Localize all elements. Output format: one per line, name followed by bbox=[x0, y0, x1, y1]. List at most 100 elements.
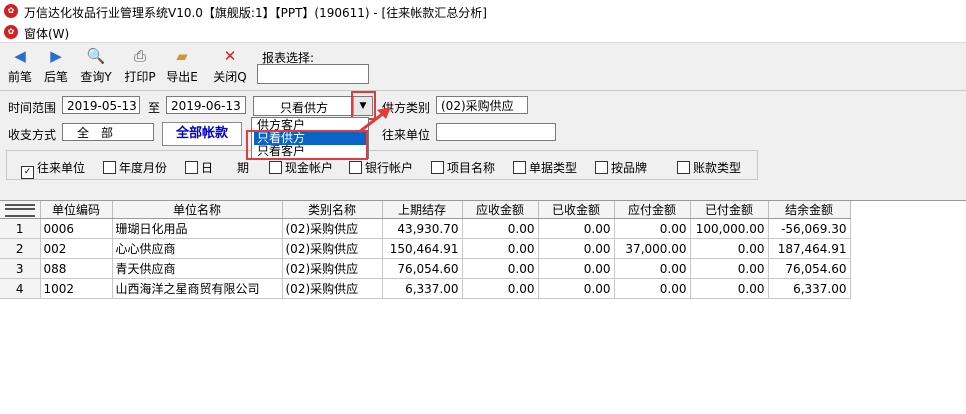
printer-icon: ⎙ bbox=[133, 47, 146, 65]
col-category-name[interactable]: 类别名称 bbox=[282, 201, 383, 219]
table-cell[interactable]: 002 bbox=[40, 238, 113, 259]
col-balance[interactable]: 结余金额 bbox=[768, 201, 851, 219]
table-row[interactable]: 2 002 心心供应商 (02)采购供应 150,464.91 0.00 0.00 37,00… bbox=[0, 238, 851, 259]
table-cell[interactable]: 0.00 bbox=[538, 258, 615, 279]
table-cell[interactable]: 0.00 bbox=[538, 238, 615, 259]
payment-method-label: 收支方式 bbox=[8, 128, 57, 142]
table-cell[interactable]: 青天供应商 bbox=[112, 258, 283, 279]
all-accounts-button[interactable]: 全部帐款 bbox=[162, 122, 242, 146]
col-unit-code[interactable]: 单位编码 bbox=[40, 201, 113, 219]
table-cell[interactable]: 0.00 bbox=[690, 258, 769, 279]
partner-field[interactable] bbox=[436, 123, 556, 141]
toolbar: ◀ 前笔 ▶ 后笔 🔍 查询Y ⎙ 打印P ▰ 导出E ✕ 关闭Q 报表选择: bbox=[0, 43, 966, 91]
table-row[interactable]: 4 1002 山西海洋之星商贸有限公司 (02)采购供应 6,337.00 0.00 0.0… bbox=[0, 278, 851, 299]
table-cell[interactable]: 1002 bbox=[40, 278, 113, 299]
table-cell[interactable]: (02)采购供应 bbox=[282, 238, 383, 259]
arrow-right-icon: ▶ bbox=[50, 47, 62, 65]
row-index: 1 bbox=[0, 218, 41, 239]
col-received[interactable]: 已收金额 bbox=[538, 201, 615, 219]
table-cell[interactable]: -56,069.30 bbox=[768, 218, 851, 239]
col-unit-name[interactable]: 单位名称 bbox=[112, 201, 283, 219]
title-bar: ✿ 万信达化妆品行业管理系统V10.0【旗舰版:1】【PPT】(190611) … bbox=[0, 0, 966, 22]
col-prev-balance[interactable]: 上期结存 bbox=[382, 201, 463, 219]
arrow-left-icon: ◀ bbox=[14, 47, 26, 65]
table-cell[interactable]: 76,054.60 bbox=[382, 258, 463, 279]
col-paid[interactable]: 已付金额 bbox=[690, 201, 769, 219]
table-cell[interactable]: 0.00 bbox=[462, 278, 539, 299]
table-row[interactable]: 3 088 青天供应商 (02)采购供应 76,054.60 0.00 0.00 0.00 0.… bbox=[0, 258, 851, 279]
date-to-field[interactable]: 2019-06-13 bbox=[166, 96, 246, 114]
table-cell[interactable]: 6,337.00 bbox=[768, 278, 851, 299]
export-folder-icon: ▰ bbox=[176, 47, 188, 65]
table-cell[interactable]: 山西海洋之星商贸有限公司 bbox=[112, 278, 283, 299]
group-by-checkbox-row: ✓ 往来单位 年度月份 日 期 现金帐户 银行帐户 项目名称 单据类型 按品牌 账… bbox=[6, 150, 758, 180]
table-cell[interactable]: 0.00 bbox=[690, 278, 769, 299]
table-cell[interactable]: 76,054.60 bbox=[768, 258, 851, 279]
checkbox-empty-icon bbox=[185, 161, 198, 174]
checkbox-brand[interactable]: 按品牌 bbox=[595, 159, 647, 176]
report-select-input[interactable] bbox=[257, 64, 369, 84]
table-cell[interactable]: 0.00 bbox=[462, 258, 539, 279]
checkbox-empty-icon bbox=[103, 161, 116, 174]
checkbox-empty-icon bbox=[269, 161, 282, 174]
table-cell[interactable]: (02)采购供应 bbox=[282, 258, 383, 279]
table-cell[interactable]: 43,930.70 bbox=[382, 218, 463, 239]
table-cell[interactable]: 心心供应商 bbox=[112, 238, 283, 259]
checkbox-day[interactable]: 日 bbox=[185, 159, 213, 176]
next-record-button[interactable]: ▶ 后笔 bbox=[36, 46, 76, 88]
table-cell[interactable]: (02)采购供应 bbox=[282, 278, 383, 299]
checkbox-bank-account[interactable]: 银行帐户 bbox=[349, 159, 413, 176]
supplier-filter-value: 只看供方 bbox=[280, 101, 329, 115]
checkbox-empty-icon bbox=[349, 161, 362, 174]
table-cell[interactable]: 0.00 bbox=[690, 238, 769, 259]
table-cell[interactable]: 150,464.91 bbox=[382, 238, 463, 259]
table-cell[interactable]: 0.00 bbox=[538, 218, 615, 239]
payment-method-field[interactable]: 全 部 bbox=[62, 123, 154, 141]
close-button[interactable]: ✕ 关闭Q bbox=[210, 46, 250, 88]
search-doc-icon: 🔍 bbox=[86, 47, 106, 65]
checkbox-doc-type[interactable]: 单据类型 bbox=[513, 159, 577, 176]
menu-logo-icon: ✿ bbox=[4, 25, 18, 39]
table-cell[interactable]: 0.00 bbox=[614, 278, 691, 299]
checkbox-partner[interactable]: ✓ 往来单位 bbox=[21, 159, 85, 179]
checkbox-year-month[interactable]: 年度月份 bbox=[103, 159, 167, 176]
checkbox-period-label: 期 bbox=[237, 161, 250, 175]
table-cell[interactable]: 珊瑚日化用品 bbox=[112, 218, 283, 239]
table-cell[interactable]: 0.00 bbox=[614, 258, 691, 279]
row-index: 3 bbox=[0, 258, 41, 279]
checkbox-empty-icon bbox=[677, 161, 690, 174]
query-button[interactable]: 🔍 查询Y bbox=[76, 46, 116, 88]
table-cell[interactable]: 0.00 bbox=[462, 238, 539, 259]
row-selector-header[interactable] bbox=[0, 201, 41, 219]
table-cell[interactable]: (02)采购供应 bbox=[282, 218, 383, 239]
to-label: 至 bbox=[148, 101, 161, 115]
checkbox-empty-icon bbox=[431, 161, 444, 174]
table-cell[interactable]: 187,464.91 bbox=[768, 238, 851, 259]
table-cell[interactable]: 0.00 bbox=[462, 218, 539, 239]
table-header-row: 单位编码 单位名称 类别名称 上期结存 应收金额 已收金额 应付金额 已付金额 … bbox=[0, 201, 851, 219]
summary-table: 单位编码 单位名称 类别名称 上期结存 应收金额 已收金额 应付金额 已付金额 … bbox=[0, 201, 851, 299]
table-cell[interactable]: 0.00 bbox=[614, 218, 691, 239]
checkbox-account-type[interactable]: 账款类型 bbox=[677, 159, 741, 176]
checkbox-project-name[interactable]: 项目名称 bbox=[431, 159, 495, 176]
table-cell[interactable]: 0006 bbox=[40, 218, 113, 239]
date-from-field[interactable]: 2019-05-13 bbox=[62, 96, 140, 114]
table-cell[interactable]: 088 bbox=[40, 258, 113, 279]
menu-window[interactable]: 窗体(W) bbox=[24, 25, 69, 42]
col-payable[interactable]: 应付金额 bbox=[614, 201, 691, 219]
annotation-arrow-icon bbox=[358, 107, 391, 134]
export-button[interactable]: ▰ 导出E bbox=[162, 46, 202, 88]
table-cell[interactable]: 37,000.00 bbox=[614, 238, 691, 259]
table-row[interactable]: 1 0006 珊瑚日化用品 (02)采购供应 43,930.70 0.00 0.00 0.00… bbox=[0, 218, 851, 239]
col-receivable[interactable]: 应收金额 bbox=[462, 201, 539, 219]
table-cell[interactable]: 0.00 bbox=[538, 278, 615, 299]
prev-record-button[interactable]: ◀ 前笔 bbox=[0, 46, 40, 88]
window-title: 万信达化妆品行业管理系统V10.0【旗舰版:1】【PPT】(190611) - … bbox=[24, 6, 487, 20]
supplier-category-field[interactable]: (02)采购供应 bbox=[436, 96, 528, 114]
checkbox-cash-account[interactable]: 现金帐户 bbox=[269, 159, 333, 176]
print-button[interactable]: ⎙ 打印P bbox=[120, 46, 160, 88]
table-cell[interactable]: 100,000.00 bbox=[690, 218, 769, 239]
table-cell[interactable]: 6,337.00 bbox=[382, 278, 463, 299]
menu-bar: ✿ 窗体(W) bbox=[0, 22, 966, 43]
checkbox-empty-icon bbox=[595, 161, 608, 174]
